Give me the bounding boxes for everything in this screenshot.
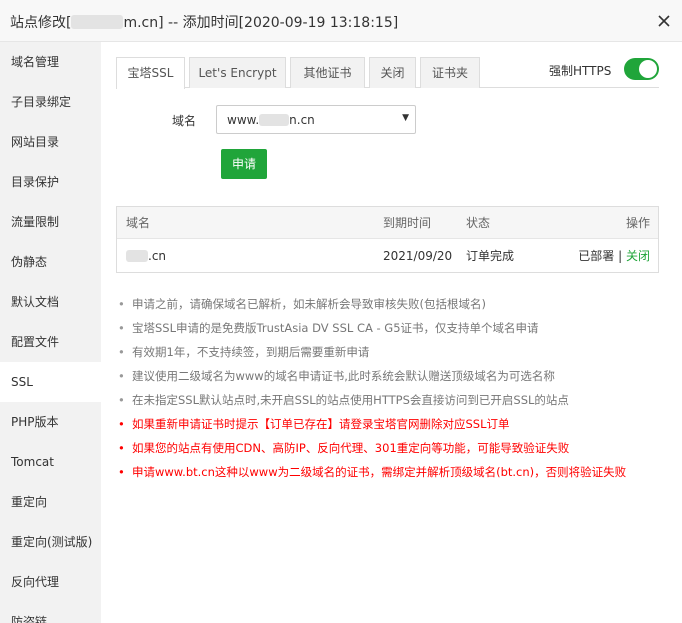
row-domain-suffix: .cn [148, 249, 167, 263]
sidebar-menu: 域名管理 子目录绑定 网站目录 目录保护 流量限制 伪静态 默认文档 配置文件 SSL PHP版本… [0, 42, 101, 623]
sidebar-item[interactable]: 重定向(测试版) [0, 522, 101, 562]
ssl-tab[interactable]: Let's Encrypt [189, 57, 286, 88]
note-item: 宝塔SSL申请的是免费版TrustAsia DV SSL CA - G5证书，仅… [116, 316, 676, 340]
sidebar-item[interactable]: 重定向 [0, 482, 101, 522]
redacted-domain [259, 114, 290, 126]
ssl-tab[interactable]: 其他证书 [290, 57, 365, 88]
row-domain: .cn [126, 240, 166, 272]
toggle-knob [639, 60, 657, 78]
dialog-title-suffix: m.cn] -- 添加时间[2020-09-19 13:18:15] [123, 15, 399, 31]
ssl-panel: 宝塔SSL Let's Encrypt 其他证书 关闭 证书夹 强制HTTPS 域名 w… [101, 42, 682, 623]
sidebar-item[interactable]: 默认文档 [0, 282, 101, 322]
header-status: 状态 [466, 216, 491, 230]
note-item: 申请之前，请确保域名已解析，如未解析会导致审核失败(包括根域名) [116, 292, 676, 316]
row-status: 订单完成 [466, 249, 515, 263]
row-actions: 已部署 | 关闭 [578, 240, 650, 272]
sidebar-item[interactable]: 域名管理 [0, 42, 101, 82]
domain-select-value: www. n.cn [227, 113, 315, 127]
deployed-label: 已部署 [578, 249, 615, 263]
note-item: 有效期1年，不支持续签，到期后需要重新申请 [116, 340, 676, 364]
sidebar-item[interactable]: 伪静态 [0, 242, 101, 282]
sidebar-item[interactable]: 网站目录 [0, 122, 101, 162]
apply-button[interactable]: 申请 [221, 149, 267, 179]
sidebar-item[interactable]: Tomcat [0, 442, 101, 482]
table-header: 域名 到期时间 状态 操作 [117, 207, 658, 239]
sidebar-item[interactable]: PHP版本 [0, 402, 101, 442]
row-expire: 2021/09/20 [383, 249, 453, 263]
ssl-tab[interactable]: 证书夹 [420, 57, 480, 88]
domain-select-prefix: www. [227, 113, 260, 127]
sidebar-item[interactable]: 目录保护 [0, 162, 101, 202]
domain-select[interactable]: www. n.cn ▼ [216, 105, 416, 134]
dialog-title: 站点修改[ m.cn] -- 添加时间[2020-09-19 13:18:15] [10, 12, 398, 32]
action-separator: | [618, 249, 623, 263]
close-ssl-link[interactable]: 关闭 [626, 249, 650, 263]
force-https-label: 强制HTTPS [549, 64, 612, 78]
note-item: 在未指定SSL默认站点时,未开启SSL的站点使用HTTPS会直接访问到已开启SS… [116, 388, 676, 412]
ssl-tab[interactable]: 宝塔SSL [116, 57, 185, 89]
ssl-notes: 申请之前，请确保域名已解析，如未解析会导致审核失败(包括根域名)宝塔SSL申请的… [116, 292, 676, 484]
table-row: .cn 2021/09/20 订单完成 已部署 | 关闭 [117, 240, 658, 273]
redacted-domain [126, 250, 148, 262]
domain-label: 域名 [172, 114, 197, 128]
sidebar-item[interactable]: 子目录绑定 [0, 82, 101, 122]
force-https-toggle[interactable] [624, 58, 659, 80]
sidebar-item[interactable]: 反向代理 [0, 562, 101, 602]
note-item: 建议使用二级域名为www的域名申请证书,此时系统会默认赠送顶级域名为可选名称 [116, 364, 676, 388]
ssl-tab[interactable]: 关闭 [369, 57, 416, 88]
redacted-domain [71, 15, 124, 29]
dialog-titlebar: 站点修改[ m.cn] -- 添加时间[2020-09-19 13:18:15] [0, 0, 682, 42]
certificate-table: 域名 到期时间 状态 操作 .cn 2021/09/20 订单完成 已部署 | … [116, 206, 659, 273]
sidebar-item[interactable]: 配置文件 [0, 322, 101, 362]
note-item: 如果重新申请证书时提示【订单已存在】请登录宝塔官网删除对应SSL订单 [116, 412, 676, 436]
sidebar-item[interactable]: 流量限制 [0, 202, 101, 242]
header-action: 操作 [625, 216, 650, 230]
close-icon [658, 15, 670, 27]
dropdown-arrow-icon: ▼ [402, 113, 409, 123]
close-button[interactable] [654, 11, 674, 31]
sidebar-item[interactable]: SSL [0, 362, 101, 402]
sidebar-item[interactable]: 防盗链 [0, 602, 101, 623]
dialog-title-prefix: 站点修改[ [10, 15, 72, 31]
header-expire: 到期时间 [383, 216, 432, 230]
domain-select-suffix: n.cn [289, 113, 315, 127]
note-item: 申请www.bt.cn这种以www为二级域名的证书，需绑定并解析顶级域名(bt.… [116, 460, 676, 484]
note-item: 如果您的站点有使用CDN、高防IP、反向代理、301重定向等功能，可能导致验证失… [116, 436, 676, 460]
header-domain: 域名 [126, 216, 151, 230]
